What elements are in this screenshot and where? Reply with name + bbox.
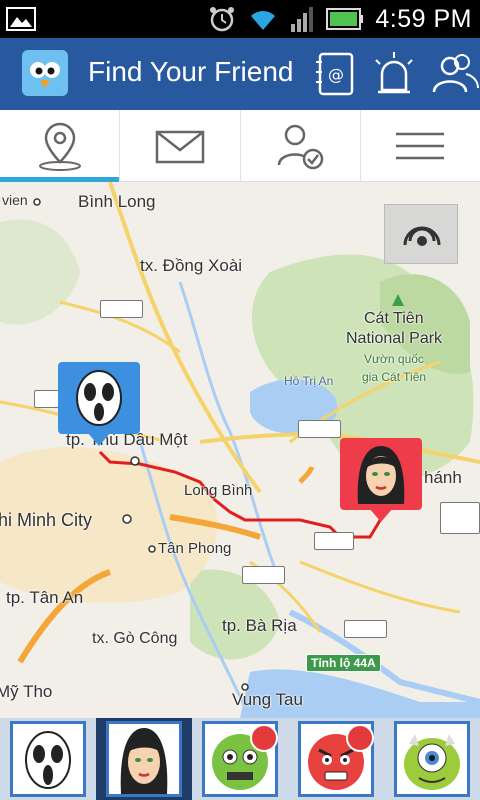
map-label: tp. Tân An: [6, 588, 84, 607]
wifi-icon: [251, 11, 276, 30]
girl-avatar: [120, 728, 168, 794]
friend-item-scream[interactable]: [0, 718, 96, 800]
svg-text:@: @: [328, 65, 344, 84]
bird-logo-icon: [22, 50, 68, 96]
map-label: Vườn quốc: [364, 352, 424, 366]
map-label: tp. Bà Rịa: [222, 616, 297, 635]
friend-marker-girl[interactable]: [340, 438, 422, 522]
map-label: Long Bình: [184, 482, 253, 499]
map-label: hánh: [424, 468, 462, 487]
friend-item-girl[interactable]: [96, 718, 192, 800]
status-bar: 4:59 PM: [0, 0, 480, 38]
mail-icon: [155, 130, 205, 164]
friend-item-zombie[interactable]: [192, 718, 288, 800]
alarm-icon: [210, 7, 235, 32]
location-pin-icon: [38, 122, 81, 171]
road-label: QL 1A: [440, 502, 480, 534]
alarm-signal-icon: [346, 724, 374, 752]
map-label: Vung Tau: [232, 690, 303, 709]
scream-mask-avatar: [25, 731, 71, 789]
clock-time: 4:59 PM: [375, 4, 472, 33]
map-label: Mỹ Tho: [0, 682, 53, 701]
map-label: vien: [2, 192, 28, 208]
map-label: Tân Phong: [158, 540, 232, 557]
map-label: Cát Tiên: [364, 310, 424, 327]
alarm-siren-icon[interactable]: [368, 48, 420, 100]
road-label: QL 20: [298, 420, 342, 438]
friends-strip: [0, 718, 480, 800]
map-label: tx. Gò Công: [92, 630, 178, 647]
app-bar: Find Your Friend @: [0, 38, 480, 110]
my-location-button[interactable]: [384, 204, 458, 264]
contacts-book-icon[interactable]: @: [310, 48, 362, 100]
girl-avatar: [357, 446, 405, 504]
map-label: National Park: [346, 330, 443, 347]
tab-friends[interactable]: [241, 110, 361, 182]
signal-icon: [291, 7, 314, 32]
map-label: tx. Đồng Xoài: [140, 256, 243, 275]
app-title: Find Your Friend: [88, 56, 294, 87]
user-check-icon: [277, 124, 324, 170]
tab-bar: [0, 110, 480, 182]
battery-icon: [326, 8, 364, 30]
stop-hand-icon: [250, 724, 278, 752]
road-label: QL 55: [344, 620, 388, 638]
friend-item-monster[interactable]: [384, 718, 480, 800]
image-icon: [6, 7, 36, 31]
friend-marker-scream[interactable]: [58, 362, 140, 446]
road-label: QL56: [314, 532, 355, 550]
green-monster-avatar: [404, 734, 460, 790]
scream-mask-avatar: [76, 370, 122, 426]
menu-icon: [396, 132, 445, 160]
map-view[interactable]: vien Bình Long tx. Đồng Xoài Cát Tiên Na…: [0, 182, 480, 718]
my-location-icon: [403, 226, 441, 246]
tab-map[interactable]: [0, 110, 121, 182]
map-label: Hồ Trị An: [284, 374, 334, 388]
map-label: Bình Long: [78, 192, 156, 211]
road-label: Tỉnh lộ 44A: [306, 654, 381, 672]
tab-messages[interactable]: [120, 110, 241, 182]
road-label: QL 51: [242, 566, 286, 584]
road-label: QL 14: [100, 300, 144, 318]
map-label: hi Minh City: [0, 510, 93, 530]
map-label: gia Cát Tiên: [362, 370, 427, 384]
friend-item-angry[interactable]: [288, 718, 384, 800]
tab-menu[interactable]: [361, 110, 480, 182]
people-icon[interactable]: [428, 48, 480, 100]
